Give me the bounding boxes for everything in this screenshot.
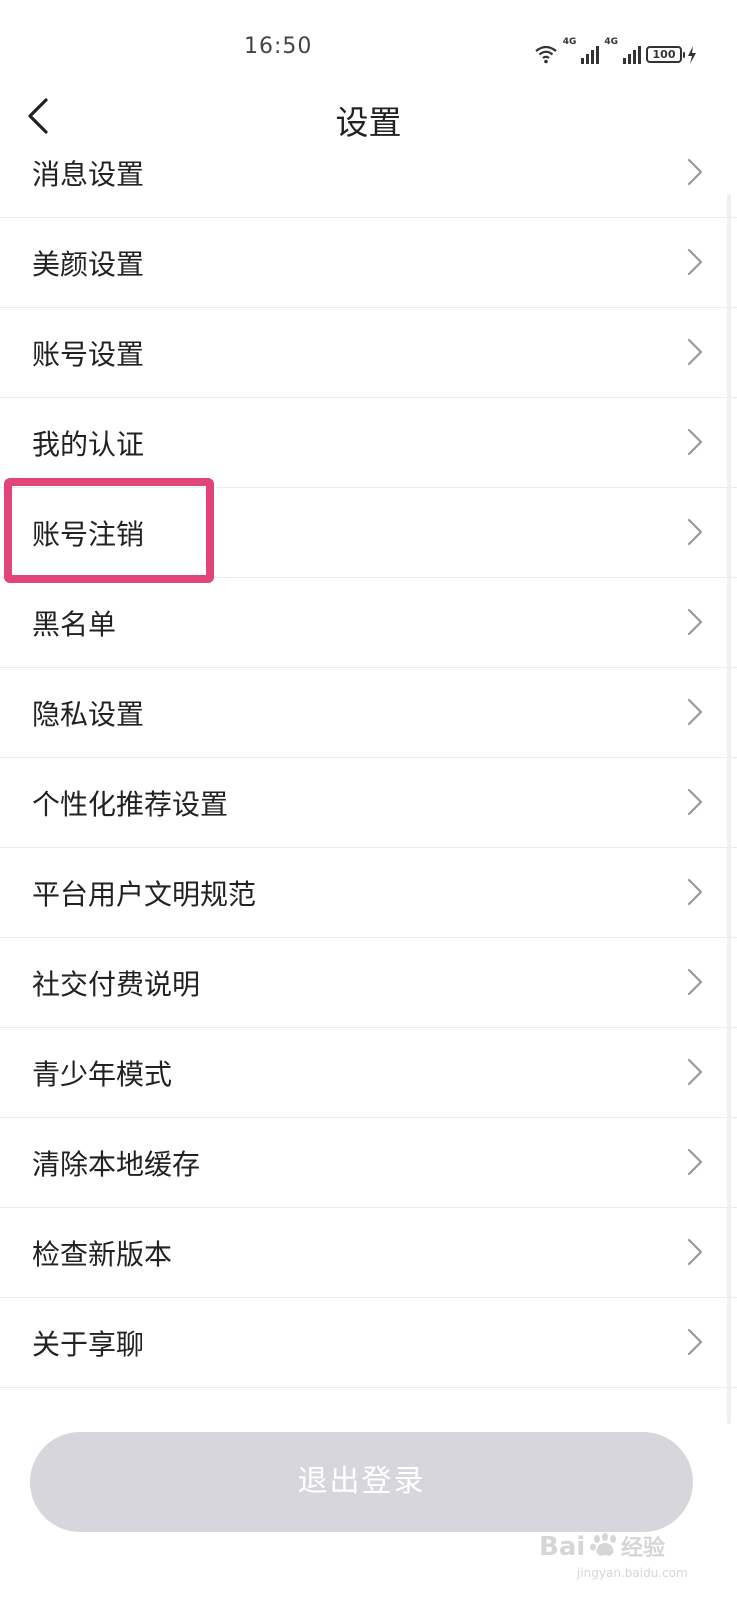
settings-item-label: 账号设置 bbox=[32, 338, 145, 371]
settings-item-label: 美颜设置 bbox=[32, 248, 145, 281]
settings-item-label: 消息设置 bbox=[32, 158, 145, 191]
network-type-1: 4G bbox=[562, 37, 577, 47]
chevron-right-icon bbox=[687, 518, 703, 546]
settings-item-civility-guidelines[interactable]: 平台用户文明规范 bbox=[0, 848, 737, 938]
settings-item-label: 隐私设置 bbox=[32, 698, 145, 731]
settings-item-label: 关于享聊 bbox=[32, 1328, 145, 1361]
chevron-right-icon bbox=[687, 338, 703, 366]
settings-item-privacy[interactable]: 隐私设置 bbox=[0, 668, 737, 758]
settings-item-label: 清除本地缓存 bbox=[32, 1148, 201, 1181]
settings-item-message[interactable]: 消息设置 bbox=[0, 128, 737, 218]
settings-item-label: 黑名单 bbox=[32, 608, 117, 641]
chevron-right-icon bbox=[687, 158, 703, 186]
battery-level: 100 bbox=[652, 48, 676, 61]
chevron-right-icon bbox=[687, 428, 703, 456]
wifi-icon bbox=[535, 45, 557, 64]
settings-item-label: 社交付费说明 bbox=[32, 968, 201, 1001]
settings-item-teen-mode[interactable]: 青少年模式 bbox=[0, 1028, 737, 1118]
settings-item-label: 我的认证 bbox=[32, 428, 145, 461]
settings-item-account-deletion[interactable]: 账号注销 bbox=[0, 488, 737, 578]
settings-list: 消息设置 美颜设置 账号设置 我的认证 账号注销 黑名单 隐私设置 个性化推荐设… bbox=[0, 128, 737, 1388]
settings-item-label: 检查新版本 bbox=[32, 1238, 173, 1271]
chevron-right-icon bbox=[687, 1148, 703, 1176]
svg-text:经验: 经验 bbox=[621, 1535, 665, 1561]
settings-item-label: 青少年模式 bbox=[32, 1058, 173, 1091]
chevron-right-icon bbox=[687, 1328, 703, 1356]
settings-item-about[interactable]: 关于享聊 bbox=[0, 1298, 737, 1388]
settings-item-label: 平台用户文明规范 bbox=[32, 878, 257, 911]
settings-item-label: 个性化推荐设置 bbox=[32, 788, 229, 821]
settings-item-blacklist[interactable]: 黑名单 bbox=[0, 578, 737, 668]
settings-item-clear-cache[interactable]: 清除本地缓存 bbox=[0, 1118, 737, 1208]
battery-icon: 100 bbox=[646, 46, 685, 63]
settings-item-paid-social[interactable]: 社交付费说明 bbox=[0, 938, 737, 1028]
chevron-right-icon bbox=[687, 968, 703, 996]
baidu-jingyan-watermark-logo: Bai 经验 jingyan.baidu.com bbox=[539, 1532, 688, 1580]
charging-bolt-icon bbox=[688, 46, 696, 64]
signal-strength-icon-2 bbox=[623, 46, 641, 64]
chevron-right-icon bbox=[687, 878, 703, 906]
chevron-right-icon bbox=[687, 1238, 703, 1266]
svg-text:jingyan.baidu.com: jingyan.baidu.com bbox=[576, 1566, 688, 1580]
status-time: 16:50 bbox=[244, 34, 313, 59]
settings-item-verification[interactable]: 我的认证 bbox=[0, 398, 737, 488]
signal-strength-icon bbox=[581, 46, 600, 64]
settings-item-personalized-recommendation[interactable]: 个性化推荐设置 bbox=[0, 758, 737, 848]
chevron-right-icon bbox=[687, 698, 703, 726]
settings-item-label: 账号注销 bbox=[32, 518, 145, 551]
settings-item-account[interactable]: 账号设置 bbox=[0, 308, 737, 398]
logout-button[interactable]: 退出登录 bbox=[30, 1432, 693, 1532]
status-bar: 16:50 4G 4G 100 bbox=[0, 0, 737, 96]
network-type-2: 4G bbox=[604, 37, 618, 47]
scrollbar[interactable] bbox=[727, 194, 731, 1424]
chevron-right-icon bbox=[687, 788, 703, 816]
settings-item-beauty[interactable]: 美颜设置 bbox=[0, 218, 737, 308]
status-icons: 4G 4G 100 bbox=[534, 36, 697, 64]
settings-item-check-update[interactable]: 检查新版本 bbox=[0, 1208, 737, 1298]
chevron-right-icon bbox=[687, 608, 703, 636]
chevron-right-icon bbox=[687, 248, 703, 276]
chevron-right-icon bbox=[687, 1058, 703, 1086]
svg-text:Bai: Bai bbox=[539, 1532, 585, 1562]
